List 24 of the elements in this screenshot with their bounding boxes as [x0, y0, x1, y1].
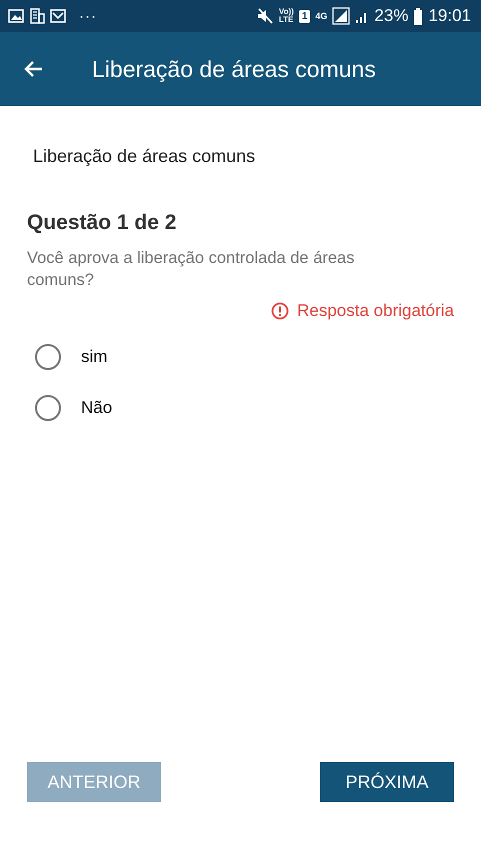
option-label[interactable]: Não [81, 398, 112, 418]
next-button[interactable]: PRÓXIMA [320, 762, 454, 802]
question-text: Você aprova a liberação controlada de áreas comuns? [27, 248, 356, 291]
question-heading: Questão 1 de 2 [27, 211, 178, 235]
volte-label: LTE [278, 16, 294, 24]
signal-icon [332, 7, 350, 25]
app-bar-title: Liberação de áreas comuns [92, 56, 376, 82]
sim-badge: 1 [298, 10, 310, 22]
network-label: 4G [315, 11, 328, 21]
radio-button[interactable] [35, 394, 61, 420]
image-icon [8, 9, 24, 23]
page-title: Liberação de áreas comuns [33, 146, 256, 167]
building-icon [29, 8, 45, 24]
battery-percent: 23% [374, 6, 408, 26]
option-label[interactable]: sim [81, 346, 108, 366]
required-message: Resposta obrigatória [297, 301, 454, 321]
clock: 19:01 [428, 6, 471, 26]
mute-icon [256, 8, 274, 24]
mail-icon [50, 9, 66, 23]
battery-icon [413, 8, 424, 24]
volte-label: Vo)) [278, 8, 294, 16]
more-text: ··· [79, 8, 97, 24]
alert-icon [271, 302, 290, 320]
radio-button[interactable] [35, 344, 61, 370]
